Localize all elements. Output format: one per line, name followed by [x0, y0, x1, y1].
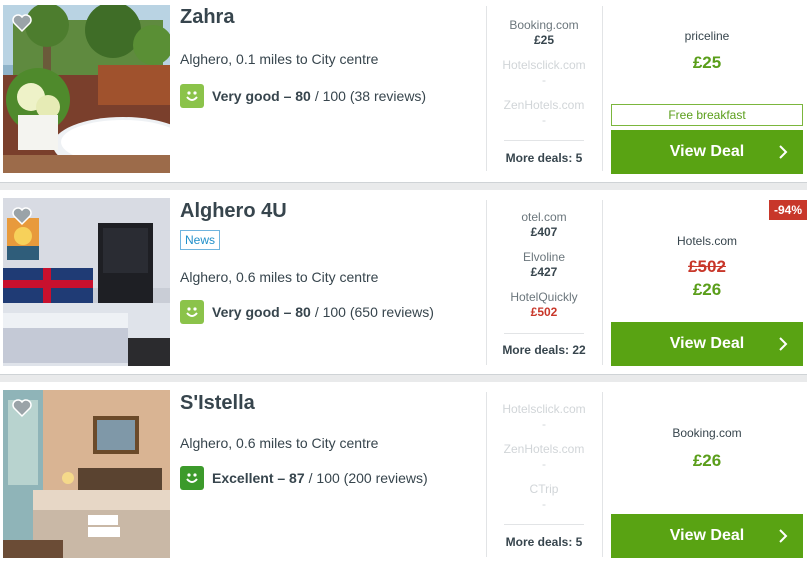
- offer-price[interactable]: £25: [611, 53, 803, 73]
- deal-price: £427: [530, 265, 558, 279]
- deal-item[interactable]: Booking.com £25: [496, 18, 592, 47]
- rating-label: Very good – 80: [212, 88, 311, 104]
- offer-old-price: £502: [688, 257, 726, 276]
- hotel-name[interactable]: S'Istella: [180, 392, 255, 415]
- deal-price: -: [542, 73, 546, 87]
- smiley-icon: [180, 466, 204, 490]
- news-badge: News: [180, 230, 221, 250]
- hotel-location: Alghero, 0.1 miles to City centre: [180, 51, 379, 67]
- best-offer: Booking.com £26 View Deal: [611, 382, 803, 565]
- deal-price: -: [542, 417, 546, 431]
- hotel-rating[interactable]: Very good – 80 / 100 (38 reviews): [180, 84, 426, 108]
- chevron-right-icon: [779, 145, 788, 159]
- deal-provider: ZenHotels.com: [503, 98, 585, 112]
- view-deal-button[interactable]: View Deal: [611, 322, 803, 366]
- divider: [486, 200, 487, 365]
- hotel-card[interactable]: S'Istella Alghero, 0.6 miles to City cen…: [0, 382, 807, 565]
- smiley-icon: [180, 300, 204, 324]
- divider: [504, 524, 584, 525]
- rating-label: Very good – 80: [212, 304, 311, 320]
- deal-price: £502: [530, 305, 558, 319]
- divider: [486, 6, 487, 171]
- alternative-deals: otel.com £407 Elvoline £427 HotelQuickly…: [496, 190, 592, 375]
- hotel-result-list: Zahra Alghero, 0.1 miles to City centre …: [0, 0, 807, 565]
- offer-price[interactable]: £26: [611, 451, 803, 471]
- deal-provider: Elvoline: [522, 250, 566, 264]
- hotel-location: Alghero, 0.6 miles to City centre: [180, 269, 379, 285]
- divider: [602, 6, 603, 171]
- deal-price: -: [542, 113, 546, 127]
- deal-price: -: [542, 497, 546, 511]
- view-deal-label: View Deal: [669, 335, 745, 352]
- deal-provider: HotelQuickly: [510, 290, 578, 304]
- deal-provider: Booking.com: [509, 18, 579, 32]
- hotel-photo[interactable]: [3, 198, 170, 366]
- hotel-location: Alghero, 0.6 miles to City centre: [180, 435, 379, 451]
- hotel-photo[interactable]: [3, 390, 170, 558]
- hotel-name[interactable]: Alghero 4U: [180, 200, 287, 223]
- rating-reviews: / 100 (200 reviews): [308, 470, 428, 486]
- divider: [504, 140, 584, 141]
- divider: [486, 392, 487, 557]
- deal-provider: Hotelsclick.com: [502, 58, 586, 72]
- heart-icon[interactable]: [11, 206, 33, 226]
- rating-reviews: / 100 (650 reviews): [314, 304, 434, 320]
- deal-price: £25: [533, 33, 555, 47]
- deal-item[interactable]: CTrip -: [496, 482, 592, 511]
- hotel-name[interactable]: Zahra: [180, 6, 234, 29]
- chevron-right-icon: [779, 337, 788, 351]
- rating-label: Excellent – 87: [212, 470, 305, 486]
- offer-provider[interactable]: Booking.com: [611, 426, 803, 440]
- divider: [602, 392, 603, 557]
- deal-price: -: [542, 457, 546, 471]
- offer-provider[interactable]: Hotels.com: [611, 234, 803, 248]
- deal-item[interactable]: Hotelsclick.com -: [496, 58, 592, 87]
- deal-provider: Hotelsclick.com: [502, 402, 586, 416]
- deal-item[interactable]: ZenHotels.com -: [496, 98, 592, 127]
- best-offer: priceline £25 Free breakfast View Deal: [611, 0, 803, 183]
- deal-item[interactable]: Elvoline £427: [496, 250, 592, 279]
- more-deals-link[interactable]: More deals: 5: [496, 535, 592, 549]
- hotel-card[interactable]: Alghero 4U News Alghero, 0.6 miles to Ci…: [0, 190, 807, 375]
- deal-item[interactable]: ZenHotels.com -: [496, 442, 592, 471]
- divider: [602, 200, 603, 365]
- alternative-deals: Booking.com £25 Hotelsclick.com - ZenHot…: [496, 0, 592, 183]
- hotel-photo[interactable]: [3, 5, 170, 173]
- deal-provider: CTrip: [529, 482, 559, 496]
- smiley-icon: [180, 84, 204, 108]
- alternative-deals: Hotelsclick.com - ZenHotels.com - CTrip …: [496, 382, 592, 565]
- hotel-rating[interactable]: Very good – 80 / 100 (650 reviews): [180, 300, 434, 324]
- hotel-card[interactable]: Zahra Alghero, 0.1 miles to City centre …: [0, 0, 807, 183]
- more-deals-link[interactable]: More deals: 22: [496, 343, 592, 357]
- free-breakfast-badge: Free breakfast: [611, 104, 803, 126]
- rating-reviews: / 100 (38 reviews): [314, 88, 427, 104]
- view-deal-button[interactable]: View Deal: [611, 130, 803, 174]
- deal-provider: ZenHotels.com: [503, 442, 585, 456]
- heart-icon[interactable]: [11, 398, 33, 418]
- offer-price[interactable]: £26: [611, 280, 803, 300]
- view-deal-button[interactable]: View Deal: [611, 514, 803, 558]
- deal-price: £407: [530, 225, 558, 239]
- deal-item[interactable]: HotelQuickly £502: [496, 290, 592, 319]
- deal-item[interactable]: otel.com £407: [496, 210, 592, 239]
- deal-provider: otel.com: [521, 210, 567, 224]
- view-deal-label: View Deal: [669, 527, 745, 544]
- best-offer: Hotels.com £502 £26 View Deal: [611, 190, 803, 375]
- deal-item[interactable]: Hotelsclick.com -: [496, 402, 592, 431]
- heart-icon[interactable]: [11, 13, 33, 33]
- more-deals-link[interactable]: More deals: 5: [496, 151, 592, 165]
- hotel-rating[interactable]: Excellent – 87 / 100 (200 reviews): [180, 466, 428, 490]
- divider: [504, 333, 584, 334]
- chevron-right-icon: [779, 529, 788, 543]
- view-deal-label: View Deal: [669, 143, 745, 160]
- offer-provider[interactable]: priceline: [611, 29, 803, 43]
